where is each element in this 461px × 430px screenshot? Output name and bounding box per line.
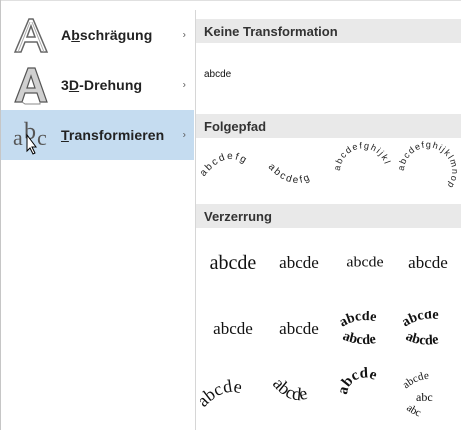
3d-rotation-a-icon [9,63,53,107]
warp-sample: abcde [279,253,319,272]
svg-text:abcde: abcde [341,329,377,347]
arch-down-warp-sample: abcde [269,373,309,404]
arch-up-warp-sample: abcde [200,376,244,411]
warp-option-ring-outside-2[interactable]: abcde abcde [398,309,458,349]
menu-item-bevel-label: Abschrägung [61,27,153,43]
warp-option-plain[interactable]: abcde [202,243,264,283]
warp-option-triangle[interactable]: abcde [334,243,396,283]
svg-text:c: c [37,125,47,150]
svg-text:abc: abc [416,390,433,404]
top-border [0,0,461,1]
warp-sample: abcde [279,319,319,338]
chevron-right-icon: › [182,79,186,91]
section-header-follow-path: Folgepfad [196,114,461,138]
menu-item-3d-rotation[interactable]: 3D-Drehung › [1,60,194,110]
svg-text:abcdefghijklmnop: abcdefghijklmnop [398,139,458,191]
menu-item-bevel[interactable]: Abschrägung › [1,10,194,60]
path-button-option[interactable]: abcdefghijklmnop [398,137,458,205]
path-arch-down-option[interactable]: abcdefg [266,149,328,197]
warp-option-stop[interactable]: abcde [268,243,330,283]
svg-text:abcde: abcde [400,370,429,391]
arch-down-sample: abcdefg [266,162,313,187]
circle-warp-sample: abcde [335,367,379,396]
warp-sample: abcde [408,253,448,272]
transform-abc-icon: a b c [9,113,53,157]
svg-text:a: a [13,125,23,150]
chevron-right-icon: › [182,129,186,141]
svg-text:abcde: abcde [403,329,439,347]
svg-text:abcdefg: abcdefg [200,151,250,179]
bevel-a-icon [9,13,53,57]
section-header-no-transform: Keine Transformation [196,19,461,43]
svg-text:abcde: abcde [337,311,378,330]
no-transform-option[interactable]: abcde [204,59,264,89]
warp-option-circle[interactable]: abcde [334,367,396,423]
warp-option-ring-outside[interactable]: abcde abcde [334,309,396,349]
button-sample: abcdefghijklmnop [398,139,458,191]
warp-sample: abcde [213,319,253,338]
menu-item-transform[interactable]: a b c Transformieren › [1,110,194,160]
path-circle-option[interactable]: abcdefghijkl [332,137,394,205]
chevron-right-icon: › [182,29,186,41]
svg-text:abcde: abcde [399,311,439,330]
no-transform-sample: abcde [204,68,232,80]
warp-option-arch-down[interactable]: abcde [266,369,330,419]
warp-option-button[interactable]: abcde abc abc [398,365,458,425]
warp-option-arch-up[interactable]: abcde [200,369,264,419]
button-warp-sample: abcde abc abc [400,370,433,420]
circle-sample: abcdefghijkl [332,140,393,171]
section-header-warp: Verzerrung [196,204,461,228]
svg-text:abcde: abcde [335,367,379,396]
warp-sample: abcde [209,251,257,274]
ring-outside-sample-2: abcde abcde [399,311,439,347]
warp-option-chevron-up[interactable]: abcde [398,243,458,283]
warp-option-chevron-down[interactable]: abcde [202,309,264,349]
arch-up-sample: abcdefg [200,151,250,179]
svg-text:abc: abc [404,402,422,420]
svg-text:abcde: abcde [269,373,309,404]
warp-sample: abcde [346,254,384,271]
transform-gallery: Keine Transformation abcde Folgepfad abc… [196,19,461,430]
menu-item-transform-label: Transformieren [61,127,165,143]
wordart-effects-menu: Abschrägung › 3D-Drehung › a b c Transfo… [0,0,461,430]
svg-text:abcdefghijkl: abcdefghijkl [332,140,393,171]
svg-text:abcde: abcde [200,376,244,411]
svg-text:abcdefg: abcdefg [266,162,313,187]
effects-submenu: Abschrägung › 3D-Drehung › a b c Transfo… [1,10,194,160]
menu-item-3d-rotation-label: 3D-Drehung [61,77,143,93]
warp-option-ring-inside[interactable]: abcde [268,309,330,349]
ring-outside-sample: abcde abcde [337,311,378,347]
path-arch-up-option[interactable]: abcdefg [200,141,262,189]
